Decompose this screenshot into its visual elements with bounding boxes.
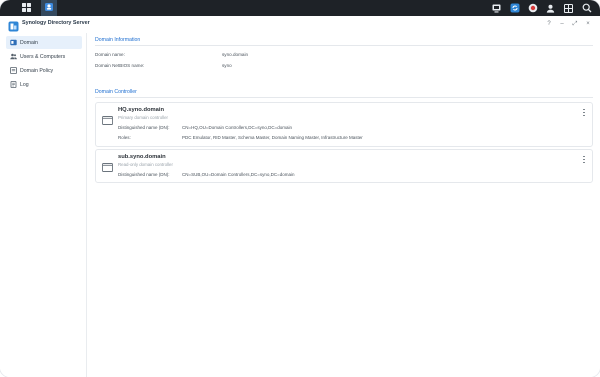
- sidebar-item-users-computers[interactable]: Users & Computers: [6, 50, 82, 63]
- domain-controller-card: sub.syno.domain Read-only domain control…: [95, 149, 593, 183]
- dn-value: CN=SUB,OU=Domain Controllers,DC=syno,DC=…: [182, 172, 295, 177]
- domain-name-label: Domain name:: [95, 52, 125, 57]
- main-content: Domain Information Domain name: syno.dom…: [88, 33, 600, 377]
- dn-label: Distinguished name (DN):: [118, 172, 170, 177]
- section-title-domain-information: Domain Information: [95, 37, 141, 43]
- taskbar: [0, 0, 600, 16]
- sidebar-item-label: Users & Computers: [20, 53, 66, 60]
- sidebar-item-log[interactable]: Log: [6, 78, 82, 91]
- roles-label: Roles:: [118, 135, 131, 140]
- window-title: Synology Directory Server: [22, 20, 90, 26]
- monitor-icon[interactable]: [491, 3, 502, 14]
- controller-type: Read-only domain controller: [118, 162, 173, 167]
- domain-name-value: syno.domain: [222, 52, 249, 57]
- search-icon[interactable]: [581, 3, 592, 14]
- controller-name: HQ.syno.domain: [118, 107, 165, 113]
- netbios-name-value: syno: [222, 63, 232, 68]
- main-menu-button[interactable]: [17, 0, 35, 16]
- minimize-button[interactable]: –: [558, 20, 566, 28]
- grid-icon: [21, 0, 31, 17]
- sync-icon[interactable]: [509, 3, 520, 14]
- domain-icon: [10, 39, 17, 46]
- section-title-domain-controller: Domain Controller: [95, 89, 137, 95]
- policy-icon: [10, 67, 17, 74]
- desktop-frame: Synology Directory Server ? – ⤢ × Domain…: [0, 0, 600, 377]
- section-divider: [95, 45, 593, 46]
- app-window: Synology Directory Server ? – ⤢ × Domain…: [0, 16, 600, 377]
- widgets-icon[interactable]: [563, 3, 574, 14]
- controller-type: Primary domain controller: [118, 115, 169, 120]
- dn-value: CN=HQ,OU=Domain Controllers,DC=syno,DC=d…: [182, 125, 293, 130]
- server-icon: [102, 159, 113, 172]
- notification-icon[interactable]: [527, 3, 538, 14]
- section-divider: [95, 97, 593, 98]
- maximize-button[interactable]: ⤢: [571, 20, 579, 28]
- roles-value: PDC Emulator, RID Master, Schema Master,…: [182, 135, 363, 140]
- sidebar: Domain Users & Computers Domain Policy L…: [0, 33, 87, 377]
- log-icon: [10, 81, 17, 88]
- title-bar[interactable]: Synology Directory Server ? – ⤢ ×: [0, 16, 600, 33]
- help-button[interactable]: ?: [545, 20, 553, 28]
- users-icon: [10, 53, 17, 60]
- more-options-button[interactable]: [581, 108, 587, 117]
- user-icon[interactable]: [545, 3, 556, 14]
- app-logo-icon: [8, 19, 19, 32]
- more-options-button[interactable]: [581, 155, 587, 164]
- taskbar-app-directory-server[interactable]: [41, 0, 57, 16]
- controller-name: sub.syno.domain: [118, 154, 166, 160]
- directory-server-app-icon: [44, 0, 54, 17]
- sidebar-item-label: Domain Policy: [20, 67, 54, 74]
- server-icon: [102, 112, 113, 125]
- domain-controller-card: HQ.syno.domain Primary domain controller…: [95, 102, 593, 147]
- sidebar-item-domain[interactable]: Domain: [6, 36, 82, 49]
- sidebar-item-label: Log: [20, 81, 29, 88]
- sidebar-item-label: Domain: [20, 39, 38, 46]
- netbios-name-label: Domain NetBIOS name:: [95, 63, 145, 68]
- sidebar-item-domain-policy[interactable]: Domain Policy: [6, 64, 82, 77]
- dn-label: Distinguished name (DN):: [118, 125, 170, 130]
- close-button[interactable]: ×: [584, 20, 592, 28]
